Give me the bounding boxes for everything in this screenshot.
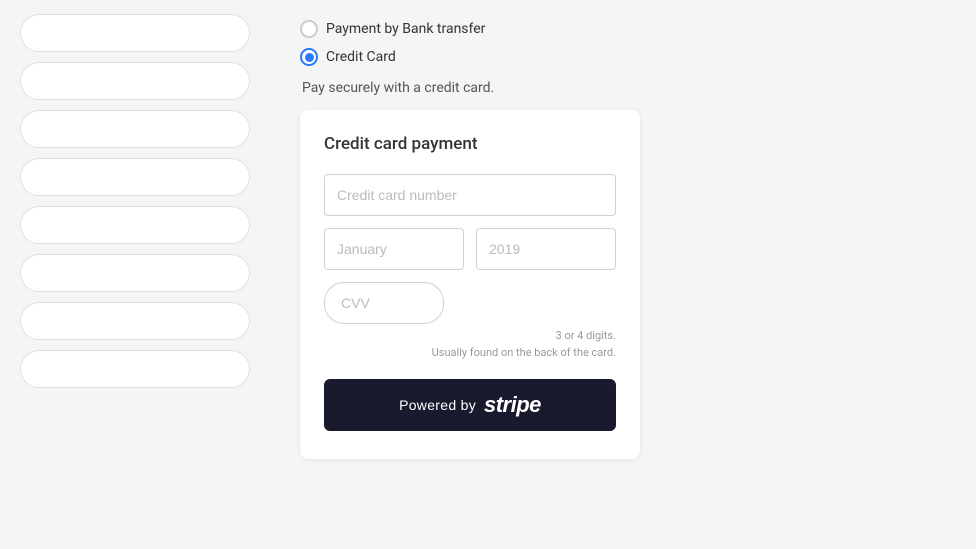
month-input[interactable] xyxy=(324,228,464,270)
sidebar-item[interactable] xyxy=(20,158,250,196)
credit-card-label: Credit Card xyxy=(326,49,396,65)
card-number-input[interactable] xyxy=(324,174,616,216)
credit-card-payment-card: Credit card payment 3 or 4 digits. Usual… xyxy=(300,110,640,459)
card-title: Credit card payment xyxy=(324,134,616,154)
bank-transfer-label: Payment by Bank transfer xyxy=(326,21,485,37)
sidebar-item[interactable] xyxy=(20,14,250,52)
sidebar-item[interactable] xyxy=(20,302,250,340)
cvv-hint-line2: Usually found on the back of the card. xyxy=(432,346,616,359)
stripe-logo: stripe xyxy=(484,392,541,418)
sidebar-item[interactable] xyxy=(20,254,250,292)
sidebar-item[interactable] xyxy=(20,110,250,148)
sidebar-item[interactable] xyxy=(20,206,250,244)
credit-card-radio[interactable] xyxy=(300,48,318,66)
payment-subtitle: Pay securely with a credit card. xyxy=(300,80,946,96)
bank-transfer-option[interactable]: Payment by Bank transfer xyxy=(300,20,946,38)
bank-transfer-radio[interactable] xyxy=(300,20,318,38)
sidebar xyxy=(0,0,270,549)
payment-options: Payment by Bank transfer Credit Card xyxy=(300,20,946,66)
card-fields: 3 or 4 digits. Usually found on the back… xyxy=(324,174,616,431)
cvv-input[interactable] xyxy=(324,282,444,324)
cvv-hint: 3 or 4 digits. Usually found on the back… xyxy=(324,328,616,361)
sidebar-item[interactable] xyxy=(20,62,250,100)
year-input[interactable] xyxy=(476,228,616,270)
credit-card-option[interactable]: Credit Card xyxy=(300,48,946,66)
expiry-row xyxy=(324,228,616,270)
stripe-pay-button[interactable]: Powered by stripe xyxy=(324,379,616,431)
main-content: Payment by Bank transfer Credit Card Pay… xyxy=(270,0,976,549)
sidebar-item[interactable] xyxy=(20,350,250,388)
cvv-row: 3 or 4 digits. Usually found on the back… xyxy=(324,282,616,361)
powered-by-text: Powered by xyxy=(399,397,476,413)
cvv-hint-line1: 3 or 4 digits. xyxy=(556,329,616,342)
